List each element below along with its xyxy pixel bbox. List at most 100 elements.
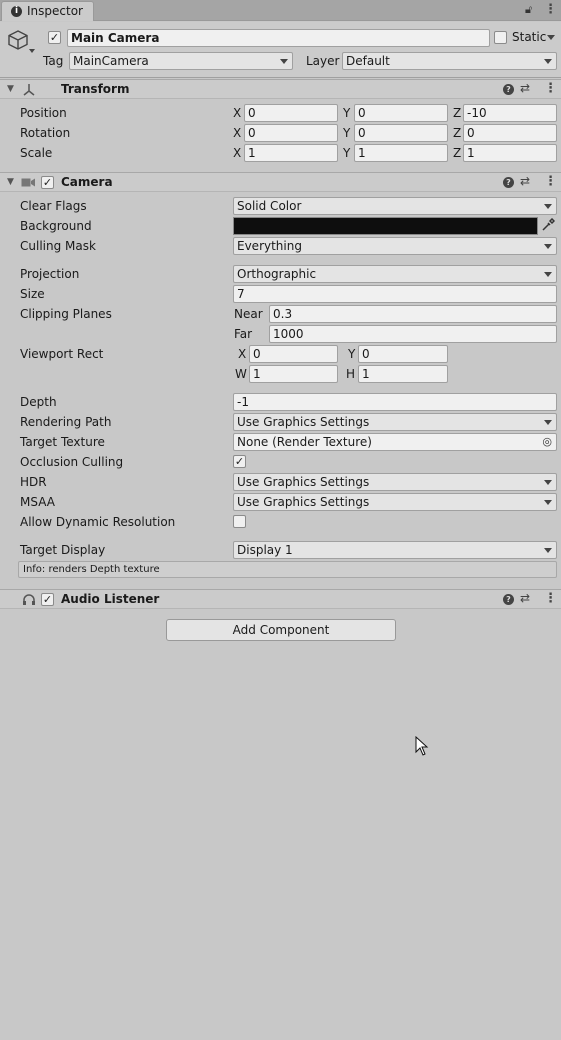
layer-dropdown[interactable]: Default: [342, 52, 557, 70]
background-color-swatch[interactable]: [233, 217, 538, 235]
clipping-planes-label: Clipping Planes: [20, 307, 112, 321]
clear-flags-value: Solid Color: [237, 199, 302, 213]
chevron-down-icon: [544, 480, 552, 485]
icon-dropdown-arrow[interactable]: [29, 49, 35, 53]
viewport-h-field[interactable]: 1: [358, 365, 448, 383]
rotation-z-field[interactable]: 0: [463, 124, 557, 142]
position-label: Position: [20, 106, 67, 120]
kebab-menu-icon[interactable]: ⋮: [544, 592, 557, 605]
position-x-field[interactable]: 0: [244, 104, 338, 122]
culling-mask-dropdown[interactable]: Everything: [233, 237, 557, 255]
position-z-field[interactable]: -10: [463, 104, 557, 122]
scale-z-field[interactable]: 1: [463, 144, 557, 162]
static-checkbox[interactable]: [494, 31, 507, 44]
object-picker-icon[interactable]: ◎: [542, 434, 552, 450]
tag-dropdown[interactable]: MainCamera: [69, 52, 293, 70]
audio-listener-enabled-checkbox[interactable]: ✓: [41, 593, 54, 606]
audio-listener-title: Audio Listener: [61, 592, 160, 606]
target-display-dropdown[interactable]: Display 1: [233, 541, 557, 559]
clear-flags-label: Clear Flags: [20, 199, 87, 213]
position-x-label: X: [233, 106, 242, 120]
scale-z-label: Z: [453, 146, 462, 160]
scale-y-field[interactable]: 1: [354, 144, 448, 162]
rotation-y-field[interactable]: 0: [354, 124, 448, 142]
target-display-value: Display 1: [237, 543, 293, 557]
tab-inspector[interactable]: i Inspector: [1, 1, 94, 21]
info-icon: i: [11, 6, 22, 17]
viewport-y-field[interactable]: 0: [358, 345, 448, 363]
target-texture-value: None (Render Texture): [237, 435, 372, 449]
viewport-x-field[interactable]: 0: [249, 345, 338, 363]
kebab-menu-icon[interactable]: ⋮: [544, 82, 557, 95]
help-icon[interactable]: ?: [503, 177, 514, 188]
near-field[interactable]: 0.3: [269, 305, 557, 323]
rotation-x-label: X: [233, 126, 242, 140]
target-texture-label: Target Texture: [20, 435, 105, 449]
presets-icon[interactable]: ⇄: [520, 81, 530, 95]
static-label[interactable]: Static: [512, 30, 546, 44]
kebab-menu-icon[interactable]: ⋮: [544, 3, 557, 16]
target-texture-field[interactable]: None (Render Texture) ◎: [233, 433, 557, 451]
far-label: Far: [234, 327, 253, 341]
rendering-path-dropdown[interactable]: Use Graphics Settings: [233, 413, 557, 431]
allow-dynamic-resolution-checkbox[interactable]: [233, 515, 246, 528]
projection-value: Orthographic: [237, 267, 317, 281]
hdr-dropdown[interactable]: Use Graphics Settings: [233, 473, 557, 491]
chevron-down-icon: [544, 500, 552, 505]
position-y-field[interactable]: 0: [354, 104, 448, 122]
transform-header[interactable]: ▼ Transform ? ⇄ ⋮: [0, 79, 561, 99]
chevron-down-icon: [544, 420, 552, 425]
rotation-z-label: Z: [453, 126, 462, 140]
foldout-arrow-icon[interactable]: ▼: [7, 84, 14, 94]
audio-listener-header[interactable]: ✓ Audio Listener ? ⇄ ⋮: [0, 589, 561, 609]
tab-bar: i Inspector 🔓︎ ⋮: [0, 0, 561, 21]
projection-dropdown[interactable]: Orthographic: [233, 265, 557, 283]
clear-flags-dropdown[interactable]: Solid Color: [233, 197, 557, 215]
static-dropdown-arrow[interactable]: [547, 35, 555, 40]
position-y-label: Y: [343, 106, 351, 120]
size-field[interactable]: 7: [233, 285, 557, 303]
depth-label: Depth: [20, 395, 57, 409]
rendering-path-value: Use Graphics Settings: [237, 415, 370, 429]
depth-field[interactable]: -1: [233, 393, 557, 411]
msaa-label: MSAA: [20, 495, 55, 509]
help-icon[interactable]: ?: [503, 84, 514, 95]
camera-header[interactable]: ▼ ✓ Camera ? ⇄ ⋮: [0, 172, 561, 192]
viewport-rect-label: Viewport Rect: [20, 347, 104, 361]
tag-value: MainCamera: [73, 54, 149, 68]
occlusion-culling-checkbox[interactable]: ✓: [233, 455, 246, 468]
msaa-value: Use Graphics Settings: [237, 495, 370, 509]
projection-label: Projection: [20, 267, 80, 281]
chevron-down-icon: [544, 204, 552, 209]
rotation-y-label: Y: [343, 126, 351, 140]
kebab-menu-icon[interactable]: ⋮: [544, 175, 557, 188]
camera-enabled-checkbox[interactable]: ✓: [41, 176, 54, 189]
occlusion-culling-label: Occlusion Culling: [20, 455, 124, 469]
camera-icon: [21, 178, 35, 187]
presets-icon[interactable]: ⇄: [520, 591, 530, 605]
add-component-button[interactable]: Add Component: [166, 619, 396, 641]
presets-icon[interactable]: ⇄: [520, 174, 530, 188]
scale-x-field[interactable]: 1: [244, 144, 338, 162]
active-checkbox[interactable]: ✓: [48, 31, 61, 44]
info-box: Info: renders Depth texture: [18, 561, 557, 578]
chevron-down-icon: [544, 548, 552, 553]
far-field[interactable]: 1000: [269, 325, 557, 343]
viewport-w-field[interactable]: 1: [249, 365, 338, 383]
rotation-x-field[interactable]: 0: [244, 124, 338, 142]
foldout-arrow-icon[interactable]: ▼: [7, 177, 14, 187]
msaa-dropdown[interactable]: Use Graphics Settings: [233, 493, 557, 511]
eyedropper-icon[interactable]: [541, 218, 555, 232]
help-icon[interactable]: ?: [503, 594, 514, 605]
layer-value: Default: [346, 54, 390, 68]
chevron-down-icon: [544, 272, 552, 277]
hdr-value: Use Graphics Settings: [237, 475, 370, 489]
gameobject-cube-icon[interactable]: [7, 29, 29, 51]
headphones-icon: [23, 594, 35, 605]
chevron-down-icon: [544, 244, 552, 249]
object-name-field[interactable]: Main Camera: [67, 29, 490, 47]
viewport-y-label: Y: [348, 347, 356, 361]
scale-label: Scale: [20, 146, 53, 160]
mouse-cursor-icon: [415, 736, 429, 756]
lock-icon[interactable]: 🔓︎: [525, 3, 532, 17]
